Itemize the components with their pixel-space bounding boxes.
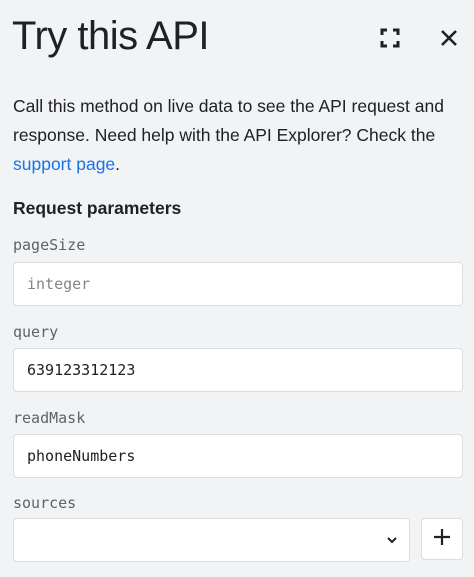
pagesize-input[interactable] (13, 262, 463, 306)
readmask-input[interactable] (13, 434, 463, 478)
plus-icon (432, 527, 452, 552)
description-suffix: . (115, 154, 121, 174)
panel-title: Try this API (12, 14, 210, 58)
chevron-down-icon (385, 533, 399, 547)
description-text: Call this method on live data to see the… (13, 92, 463, 179)
query-input[interactable] (13, 348, 463, 392)
add-source-button[interactable] (421, 518, 463, 560)
fullscreen-icon (380, 28, 400, 53)
try-this-api-panel: Try this API Call this method on live da… (0, 0, 474, 577)
param-label-pagesize: pageSize (13, 236, 86, 254)
request-parameters-heading: Request parameters (13, 198, 182, 218)
param-label-query: query (13, 323, 59, 341)
close-button[interactable] (431, 22, 467, 58)
sources-select[interactable] (13, 518, 410, 562)
param-label-sources: sources (13, 494, 77, 512)
param-label-readmask: readMask (13, 409, 86, 427)
close-icon (440, 29, 458, 52)
description-body: Call this method on live data to see the… (13, 96, 444, 145)
support-page-link[interactable]: support page (13, 154, 115, 174)
fullscreen-button[interactable] (372, 22, 408, 58)
